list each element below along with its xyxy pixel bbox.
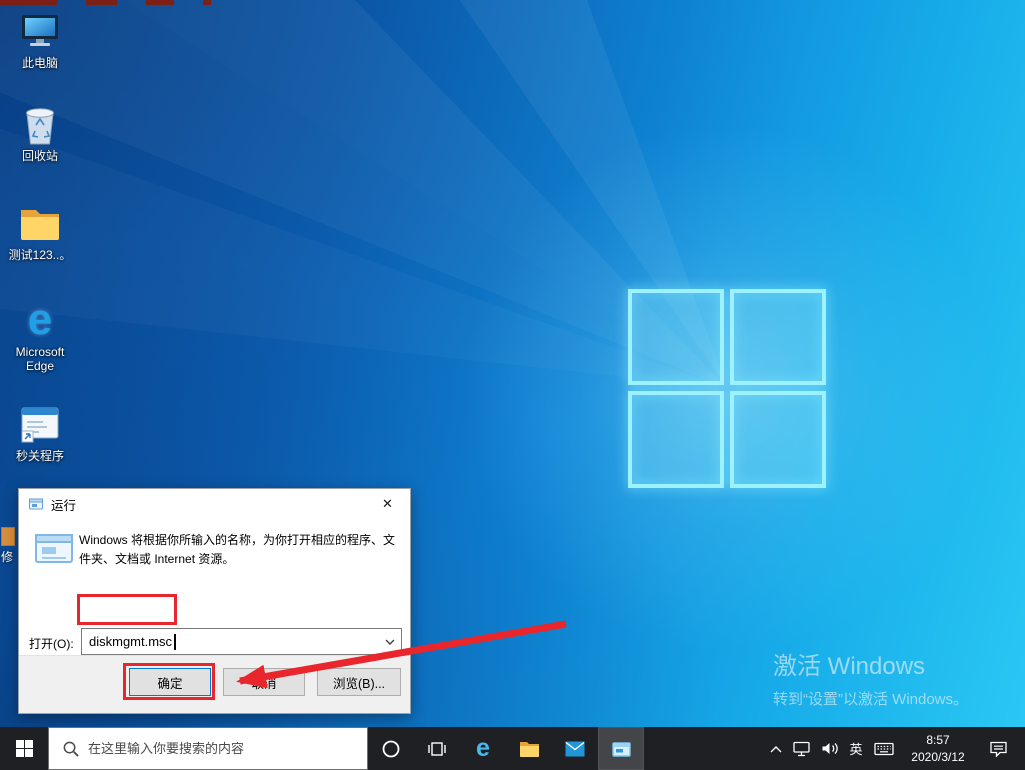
- this-pc-icon: [17, 8, 63, 54]
- screen-edge-artifact: [0, 0, 57, 5]
- run-dialog-icon: [28, 496, 44, 512]
- open-label: 打开(O):: [29, 635, 74, 652]
- run-dialog-body: Windows 将根据你所输入的名称，为你打开相应的程序、文件夹、文档或 Int…: [19, 519, 410, 657]
- desktop-icon-this-pc[interactable]: 此电脑: [8, 8, 72, 71]
- screen-edge-artifact: [146, 0, 174, 5]
- desktop-icon-label: 此电脑: [22, 57, 58, 71]
- clock[interactable]: 8:57 2020/3/12: [899, 727, 977, 770]
- mail-button[interactable]: [552, 727, 598, 770]
- desktop-icon-partial[interactable]: 修: [1, 527, 19, 565]
- network-status-button[interactable]: [787, 727, 815, 770]
- watermark-line1: 激活 Windows: [773, 646, 968, 681]
- volume-button[interactable]: [815, 727, 843, 770]
- keyboard-icon: [874, 741, 894, 757]
- desktop-icon-microsoft-edge[interactable]: e Microsoft Edge: [8, 297, 72, 374]
- close-icon[interactable]: ✕: [365, 490, 410, 519]
- desktop-icon-label: Microsoft Edge: [8, 346, 72, 374]
- action-center-button[interactable]: [977, 727, 1019, 770]
- chevron-down-icon[interactable]: [379, 629, 401, 654]
- dialog-title: 运行: [51, 495, 76, 514]
- show-hidden-icons-button[interactable]: [765, 727, 787, 770]
- edge-icon: e: [476, 736, 490, 761]
- action-center-icon: [989, 740, 1008, 758]
- browse-button[interactable]: 浏览(B)...: [317, 668, 401, 696]
- ime-indicator[interactable]: 英: [843, 727, 869, 770]
- chevron-up-icon: [770, 745, 782, 753]
- partial-icon-glyph: [1, 527, 15, 546]
- taskbar-run-app-button[interactable]: [598, 727, 644, 770]
- edge-icon: e: [17, 297, 63, 343]
- folder-icon: [17, 200, 63, 246]
- run-app-icon: [33, 529, 77, 572]
- desktop-icon-label: 测试123..。: [9, 249, 72, 263]
- tray-time: 8:57: [926, 732, 949, 748]
- system-tray: 英 8:57 2020/3/12: [765, 727, 1025, 770]
- taskbar: e: [0, 727, 1025, 770]
- text-caret: [174, 634, 176, 650]
- file-explorer-button[interactable]: [506, 727, 552, 770]
- touch-keyboard-button[interactable]: [869, 727, 899, 770]
- run-app-icon: [611, 740, 632, 758]
- desktop-icon-program[interactable]: 秒关程序: [8, 401, 72, 464]
- windows-logo-icon: [16, 740, 33, 757]
- desktop-icon-label: 回收站: [22, 150, 58, 164]
- ok-button[interactable]: 确定: [129, 668, 211, 696]
- app-window-icon: [17, 401, 63, 447]
- task-view-icon: [427, 739, 447, 759]
- network-icon: [792, 740, 811, 757]
- desktop-icon-test-folder[interactable]: 测试123..。: [8, 200, 72, 263]
- tray-date: 2020/3/12: [911, 749, 964, 765]
- task-view-button[interactable]: [414, 727, 460, 770]
- run-command-value[interactable]: diskmgmt.msc: [89, 634, 172, 649]
- activate-windows-watermark: 激活 Windows 转到“设置”以激活 Windows。: [773, 646, 968, 709]
- screen-edge-artifact: [86, 0, 117, 5]
- run-command-combobox[interactable]: diskmgmt.msc: [81, 628, 402, 655]
- cortana-icon: [381, 739, 401, 759]
- run-dialog-titlebar[interactable]: 运行 ✕: [19, 489, 410, 519]
- cancel-button[interactable]: 取消: [223, 668, 305, 696]
- recycle-bin-icon: [17, 101, 63, 147]
- screen: 此电脑 回收站 测试123..。 e Microsoft Edge: [0, 0, 1025, 770]
- dialog-description: Windows 将根据你所输入的名称，为你打开相应的程序、文件夹、文档或 Int…: [79, 531, 397, 569]
- speaker-icon: [820, 740, 839, 757]
- start-button[interactable]: [0, 727, 48, 770]
- watermark-line2: 转到“设置”以激活 Windows。: [773, 688, 968, 709]
- search-input[interactable]: [88, 741, 367, 756]
- desktop-icon-label: 秒关程序: [16, 450, 64, 464]
- file-explorer-icon: [519, 739, 540, 758]
- mail-icon: [565, 741, 585, 757]
- taskbar-edge-button[interactable]: e: [460, 727, 506, 770]
- desktop-icon-recycle-bin[interactable]: 回收站: [8, 101, 72, 164]
- screen-edge-artifact: [203, 0, 211, 5]
- run-dialog: 运行 ✕ Windows 将根据你所输入的名称，为你打开相应的程序、文件夹、文档…: [18, 488, 411, 714]
- taskbar-search-box[interactable]: [48, 727, 368, 770]
- search-icon: [62, 740, 79, 757]
- partial-icon-label: 修: [1, 548, 19, 565]
- cortana-button[interactable]: [368, 727, 414, 770]
- run-dialog-footer: 确定 取消 浏览(B)...: [19, 655, 410, 713]
